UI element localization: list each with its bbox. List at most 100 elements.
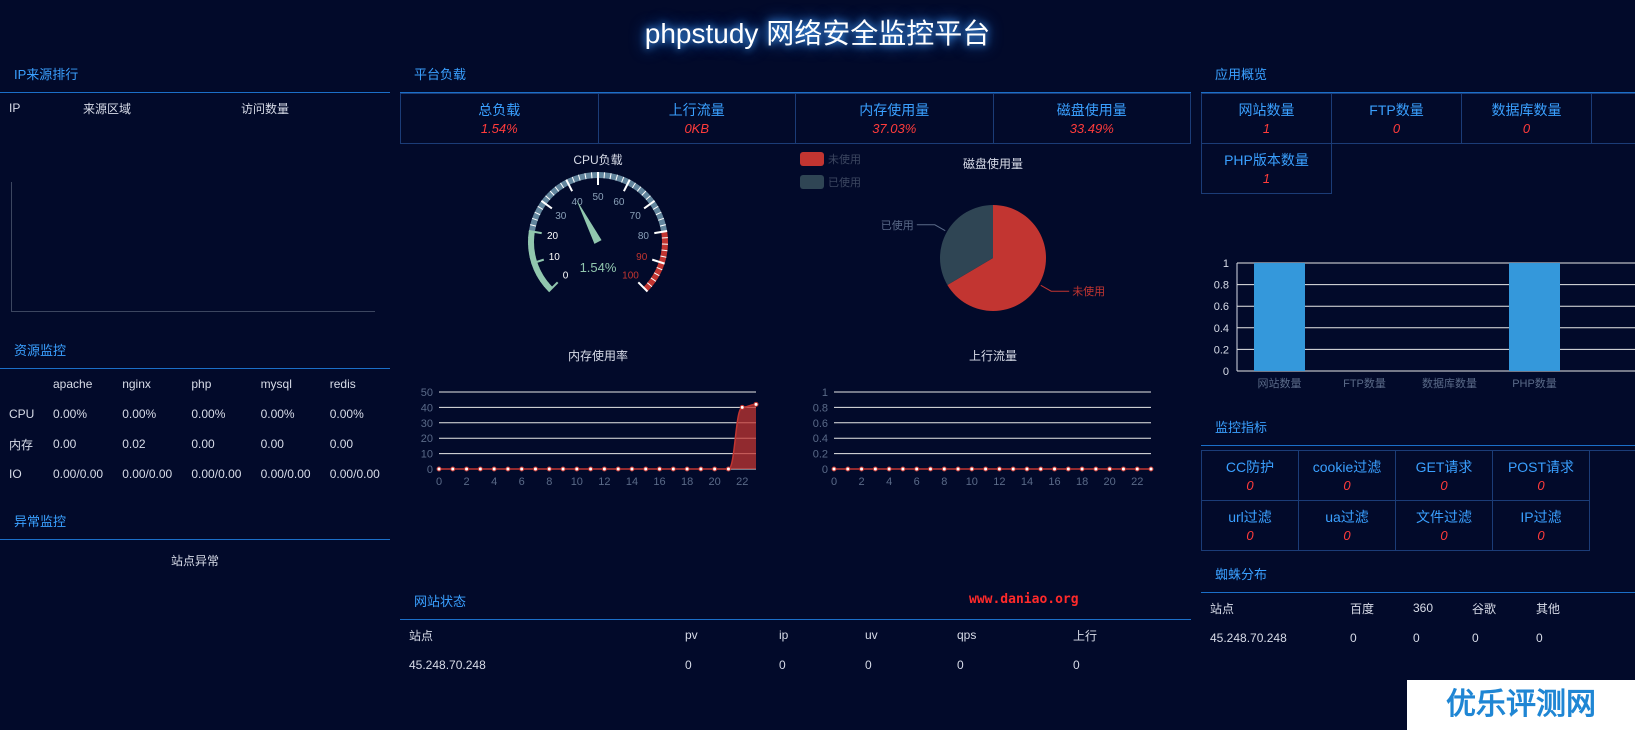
up-y-tick: 0.6 bbox=[813, 418, 828, 430]
gauge-tick-label: 40 bbox=[572, 197, 584, 208]
up-point[interactable] bbox=[1134, 466, 1140, 472]
mem-point[interactable] bbox=[698, 466, 704, 472]
anomaly-heading: 异常监控 bbox=[0, 505, 390, 540]
mem-point[interactable] bbox=[725, 466, 731, 472]
gauge-tick bbox=[590, 172, 593, 179]
mem-point[interactable] bbox=[753, 401, 759, 407]
gauge-tick-label: 70 bbox=[630, 211, 642, 222]
bar[interactable] bbox=[1254, 263, 1305, 371]
disk-pie-title: 磁盘使用量 bbox=[962, 157, 1023, 171]
mem-point[interactable] bbox=[739, 404, 745, 410]
monitor-stat-value: 0 bbox=[1343, 478, 1351, 493]
region-column-header: 来源区域 bbox=[83, 101, 132, 116]
bar-x-tick: FTP数量 bbox=[1343, 377, 1386, 390]
mem-point[interactable] bbox=[491, 466, 497, 472]
up-point[interactable] bbox=[941, 466, 947, 472]
gauge-tick-label: 90 bbox=[636, 252, 648, 263]
anomaly-label: 站点异常 bbox=[170, 554, 219, 568]
mem-point[interactable] bbox=[643, 466, 649, 472]
up-chart-title: 上行流量 bbox=[968, 349, 1017, 363]
resource-cell: 0.00/0.00 bbox=[53, 467, 104, 481]
spider-table: 站点 百度 360 谷歌 其他 45.248.70.248 0 0 0 0 bbox=[1201, 593, 1635, 653]
site-url[interactable]: www.daniao.org bbox=[969, 583, 1079, 617]
mem-point[interactable] bbox=[657, 466, 663, 472]
mem-point[interactable] bbox=[519, 466, 525, 472]
disk-legend-item[interactable]: 未使用 bbox=[800, 147, 861, 170]
resource-col-header: nginx bbox=[122, 377, 151, 391]
mem-point[interactable] bbox=[546, 466, 552, 472]
spider-cell: 0 bbox=[1472, 631, 1479, 645]
bar[interactable] bbox=[1509, 263, 1560, 371]
up-point[interactable] bbox=[845, 466, 851, 472]
table-row: 45.248.70.248 0 0 0 0 bbox=[1201, 623, 1635, 653]
platform-stat-value: 33.49% bbox=[1069, 121, 1114, 136]
mem-point[interactable] bbox=[588, 466, 594, 472]
monitor-stat-label: ua过滤 bbox=[1325, 509, 1369, 525]
mem-x-tick: 10 bbox=[571, 476, 583, 488]
mem-point[interactable] bbox=[670, 466, 676, 472]
up-point[interactable] bbox=[1148, 466, 1154, 472]
resource-col-header bbox=[0, 369, 44, 399]
up-point[interactable] bbox=[1038, 466, 1044, 472]
mem-point[interactable] bbox=[477, 466, 483, 472]
up-point[interactable] bbox=[983, 466, 989, 472]
up-point[interactable] bbox=[886, 466, 892, 472]
mem-point[interactable] bbox=[450, 466, 456, 472]
up-point[interactable] bbox=[900, 466, 906, 472]
site-status-panel: 网站状态 www.daniao.org 站点 pv ip uv qps 上行 45.248.… bbox=[400, 585, 1191, 680]
up-point[interactable] bbox=[1024, 466, 1030, 472]
up-point[interactable] bbox=[955, 466, 961, 472]
up-point[interactable] bbox=[927, 466, 933, 472]
up-point[interactable] bbox=[1010, 466, 1016, 472]
up-point[interactable] bbox=[1065, 466, 1071, 472]
site-cell: 0 bbox=[685, 658, 692, 672]
up-point[interactable] bbox=[914, 466, 920, 472]
up-point[interactable] bbox=[831, 466, 837, 472]
table-row: IO 0.00/0.00 0.00/0.00 0.00/0.00 0.00/0.00 0.… bbox=[0, 459, 390, 489]
resource-cell: 0.00% bbox=[191, 407, 226, 421]
monitor-stat-cell: GET请求 0 bbox=[1396, 451, 1493, 501]
platform-panel: 平台负载 总负载 1.54% 上行流量 0KB 内存使用量 37.03% 磁盘使用量 33.4… bbox=[400, 58, 1191, 144]
resource-cell: 0.00% bbox=[53, 407, 88, 421]
gauge-tick bbox=[603, 172, 606, 179]
up-point[interactable] bbox=[1107, 466, 1113, 472]
page-title: phpstudy 网络安全监控平台 bbox=[644, 18, 991, 49]
mem-line-chart: 0 10 20 30 40 50 0 2 4 6 8 10 12 14 16 18 20 22 bbox=[421, 387, 759, 488]
mem-point[interactable] bbox=[532, 466, 538, 472]
mem-point[interactable] bbox=[615, 466, 621, 472]
up-point[interactable] bbox=[1052, 466, 1058, 472]
mem-point[interactable] bbox=[629, 466, 635, 472]
monitor-stat-value: 0 bbox=[1537, 478, 1545, 493]
up-point[interactable] bbox=[872, 466, 878, 472]
resource-cell: CPU bbox=[9, 407, 35, 421]
disk-legend: 未使用 已使用 bbox=[800, 147, 861, 193]
app-stat-value: 1 bbox=[1262, 121, 1271, 136]
mem-point[interactable] bbox=[712, 466, 718, 472]
up-point[interactable] bbox=[1079, 466, 1085, 472]
up-point[interactable] bbox=[1120, 466, 1126, 472]
up-point[interactable] bbox=[996, 466, 1002, 472]
mem-point[interactable] bbox=[560, 466, 566, 472]
watermark-logo: 优乐评测网 bbox=[1407, 680, 1635, 730]
up-point[interactable] bbox=[1093, 466, 1099, 472]
mem-point[interactable] bbox=[436, 466, 442, 472]
mem-y-tick: 0 bbox=[427, 464, 433, 476]
app-overview-heading: 应用概览 bbox=[1201, 58, 1635, 93]
mem-point[interactable] bbox=[464, 466, 470, 472]
mem-x-tick: 14 bbox=[626, 476, 638, 488]
resource-col-header: php bbox=[191, 377, 212, 391]
up-x-tick: 8 bbox=[941, 476, 947, 488]
site-cell: 45.248.70.248 bbox=[409, 658, 486, 672]
disk-legend-item[interactable]: 已使用 bbox=[800, 170, 861, 193]
mem-point[interactable] bbox=[684, 466, 690, 472]
platform-stat-cell: 上行流量 0KB bbox=[598, 94, 796, 144]
up-point[interactable] bbox=[969, 466, 975, 472]
up-y-tick: 0.8 bbox=[813, 402, 828, 414]
platform-stat-value: 1.54% bbox=[480, 121, 518, 136]
mem-point[interactable] bbox=[574, 466, 580, 472]
visits-column-header: 访问数量 bbox=[241, 101, 290, 116]
platform-stat-cell: 磁盘使用量 33.49% bbox=[993, 94, 1191, 144]
mem-point[interactable] bbox=[505, 466, 511, 472]
up-point[interactable] bbox=[859, 466, 865, 472]
mem-point[interactable] bbox=[601, 466, 607, 472]
